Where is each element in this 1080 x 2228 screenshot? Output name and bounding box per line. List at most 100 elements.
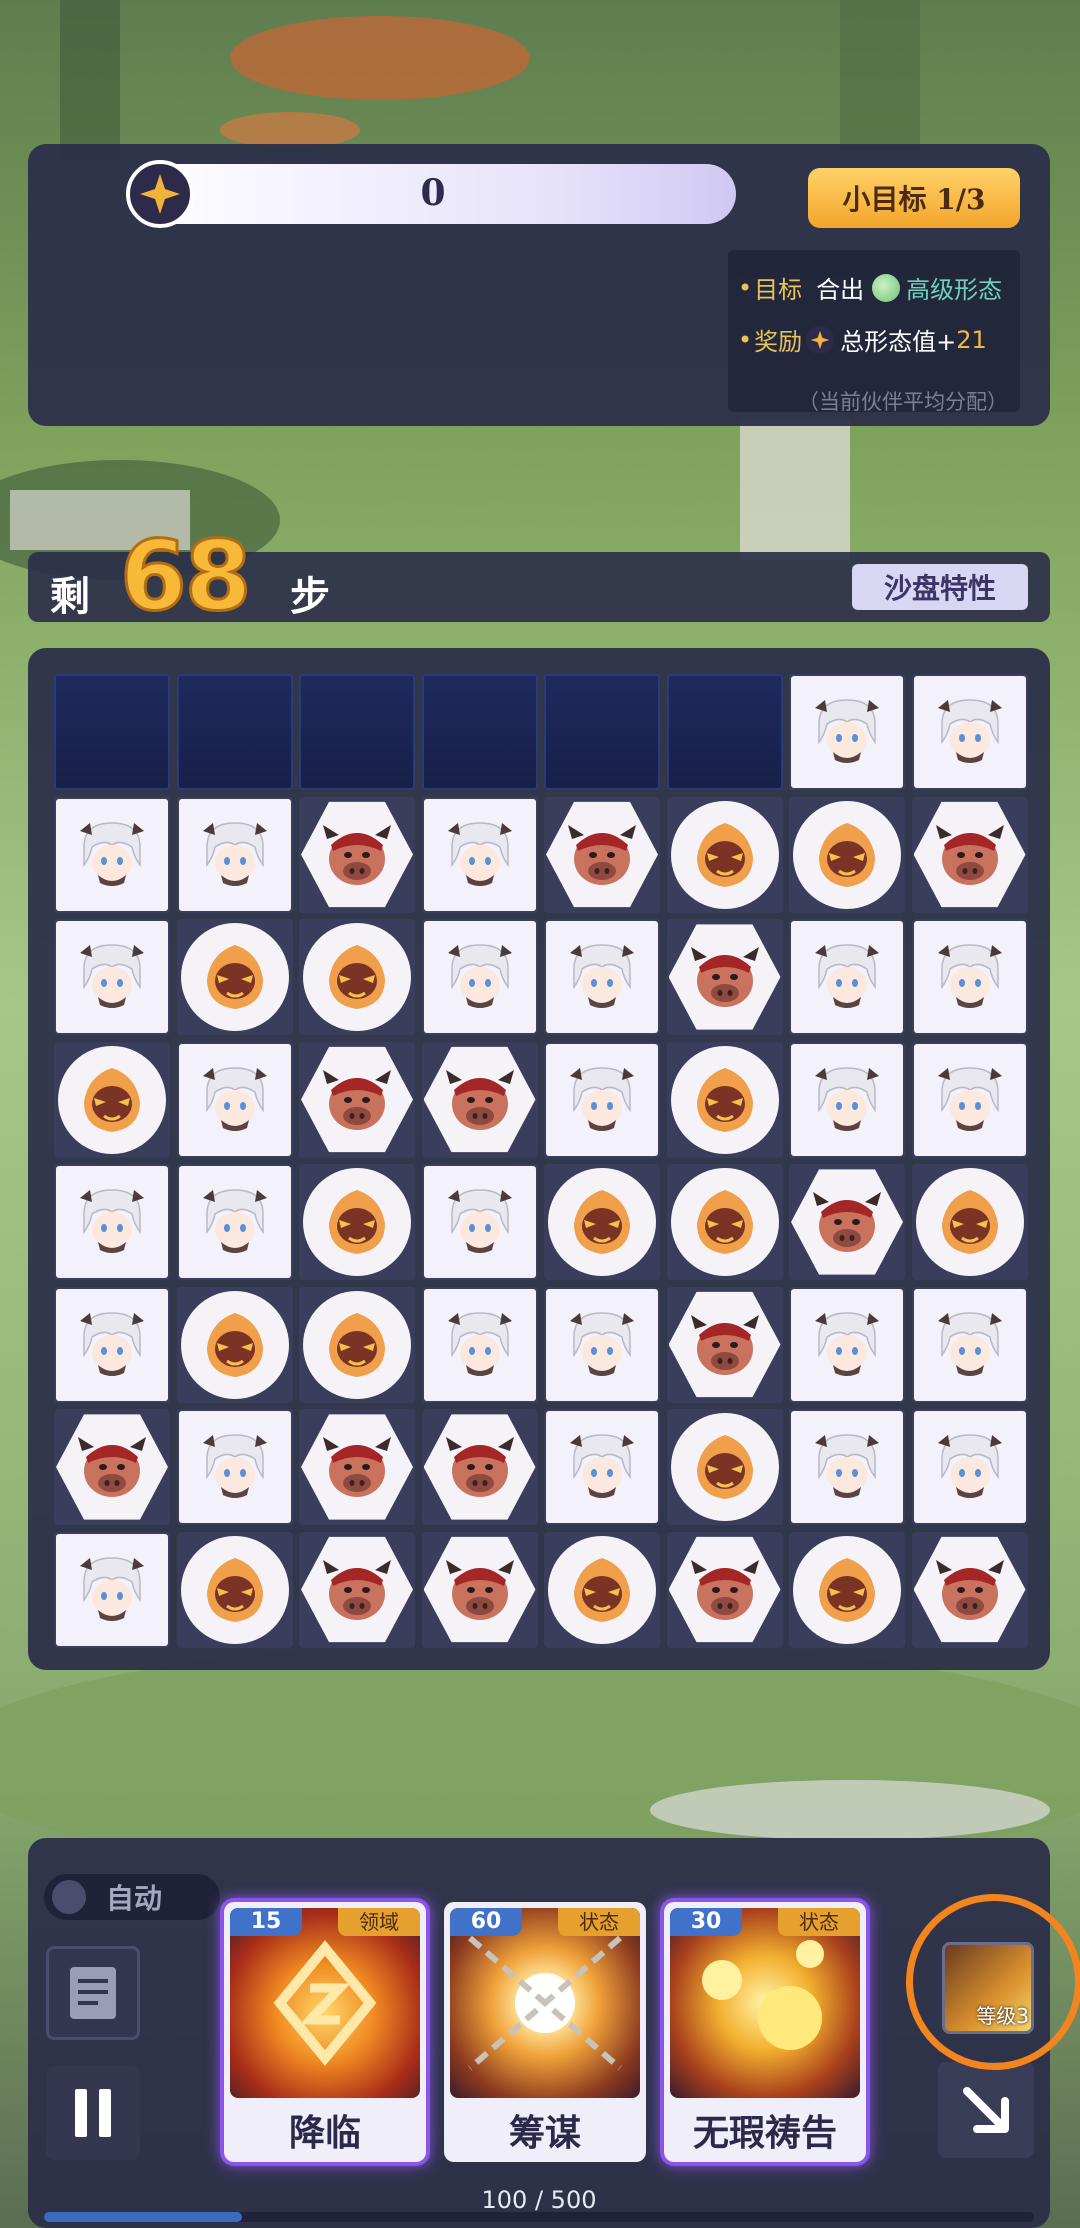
empty-cell[interactable] — [176, 674, 293, 790]
expand-arrow-button[interactable] — [938, 2062, 1034, 2158]
tile-white-haired-girl[interactable] — [544, 919, 660, 1035]
tile-white-haired-girl[interactable] — [544, 1041, 660, 1158]
tile-red-bull[interactable] — [789, 1164, 905, 1280]
orange-spirit-icon — [574, 1190, 630, 1254]
empty-cell[interactable] — [421, 674, 538, 790]
orange-spirit-icon — [696, 1067, 753, 1132]
tile-orange-spirit[interactable] — [666, 796, 783, 913]
tile-orange-spirit[interactable] — [176, 1531, 293, 1648]
white-haired-girl-icon — [815, 1311, 879, 1376]
tile-orange-spirit[interactable] — [299, 1164, 415, 1280]
tile-white-haired-girl[interactable] — [54, 796, 170, 913]
white-haired-girl-icon — [937, 1311, 1002, 1376]
tile-white-haired-girl[interactable] — [544, 1409, 660, 1525]
tile-red-bull[interactable] — [299, 1409, 415, 1525]
white-haired-girl-icon — [80, 1311, 144, 1376]
tile-white-haired-girl[interactable] — [911, 1286, 1028, 1403]
tile-white-haired-girl[interactable] — [421, 1164, 538, 1280]
tile-white-haired-girl[interactable] — [911, 1409, 1028, 1525]
log-button[interactable] — [46, 1946, 140, 2040]
tile-orange-spirit[interactable] — [666, 1164, 783, 1280]
tile-white-haired-girl[interactable] — [176, 1409, 293, 1525]
tile-red-bull[interactable] — [544, 796, 660, 913]
tile-red-bull[interactable] — [54, 1409, 170, 1525]
energy-text: 100 / 500 — [481, 2186, 597, 2214]
tile-orange-spirit[interactable] — [299, 919, 415, 1035]
red-bull-icon — [323, 1559, 391, 1620]
empty-cell[interactable] — [544, 674, 660, 790]
reward-amount: 21 — [956, 325, 987, 354]
tile-orange-spirit[interactable] — [54, 1041, 170, 1158]
red-bull-icon — [323, 1069, 391, 1130]
tile-red-bull[interactable] — [299, 1041, 415, 1158]
tile-white-haired-girl[interactable] — [789, 1041, 905, 1158]
white-haired-girl-icon — [80, 1556, 144, 1621]
tile-white-haired-girl[interactable] — [911, 1041, 1028, 1158]
tile-white-haired-girl[interactable] — [54, 1286, 170, 1403]
tile-red-bull[interactable] — [911, 796, 1028, 913]
goal-info-box: • 目标 合出 高级形态 • 奖励 总形态值+ 21 （当前伙伴平均分配） — [728, 250, 1020, 414]
tile-red-bull[interactable] — [421, 1041, 538, 1158]
tile-white-haired-girl[interactable] — [789, 1286, 905, 1403]
reward-text: 总形态值+ — [840, 328, 957, 356]
tile-red-bull[interactable] — [666, 1531, 783, 1648]
tile-white-haired-girl[interactable] — [54, 919, 170, 1035]
card-name: 降临 — [288, 2112, 361, 2154]
tile-red-bull[interactable] — [421, 1409, 538, 1525]
light-orbs-icon — [670, 1908, 860, 2098]
tile-orange-spirit[interactable] — [911, 1164, 1028, 1280]
tile-white-haired-girl[interactable] — [544, 1286, 660, 1403]
target-label: 目标 — [754, 276, 803, 304]
distribute-note: （当前伙伴平均分配） — [798, 390, 1008, 414]
steps-suffix: 步 — [290, 573, 330, 620]
white-haired-girl-icon — [815, 1434, 879, 1498]
tile-red-bull[interactable] — [299, 1531, 415, 1648]
tile-white-haired-girl[interactable] — [789, 1409, 905, 1525]
orange-spirit-icon — [941, 1190, 998, 1254]
tile-white-haired-girl[interactable] — [421, 796, 538, 913]
tile-orange-spirit[interactable] — [176, 919, 293, 1035]
target-row: • 目标 合出 高级形态 — [738, 270, 1002, 305]
tile-white-haired-girl[interactable] — [54, 1164, 170, 1280]
energy-bar — [44, 2212, 1034, 2222]
tile-orange-spirit[interactable] — [299, 1286, 415, 1403]
tile-white-haired-girl[interactable] — [421, 1286, 538, 1403]
red-bull-icon — [690, 1314, 759, 1375]
tile-white-haired-girl[interactable] — [176, 1164, 293, 1280]
tile-white-haired-girl[interactable] — [789, 919, 905, 1035]
skill-card-2[interactable]: 60 状态 筹谋 — [444, 1902, 646, 2162]
goal-badge[interactable]: 小目标 1/3 — [808, 168, 1020, 228]
tile-red-bull[interactable] — [421, 1531, 538, 1648]
tile-orange-spirit[interactable] — [789, 796, 905, 913]
target-text: 合出 — [816, 276, 865, 304]
tile-red-bull[interactable] — [299, 796, 415, 913]
empty-cell[interactable] — [54, 674, 170, 790]
tile-red-bull[interactable] — [911, 1531, 1028, 1648]
pause-button[interactable] — [46, 2066, 140, 2160]
tile-white-haired-girl[interactable] — [911, 674, 1028, 790]
tile-white-haired-girl[interactable] — [176, 796, 293, 913]
white-haired-girl-icon — [80, 821, 144, 886]
tile-orange-spirit[interactable] — [666, 1041, 783, 1158]
tile-white-haired-girl[interactable] — [421, 919, 538, 1035]
tile-orange-spirit[interactable] — [544, 1531, 660, 1648]
tile-orange-spirit[interactable] — [544, 1164, 660, 1280]
tile-orange-spirit[interactable] — [176, 1286, 293, 1403]
tile-white-haired-girl[interactable] — [54, 1531, 170, 1648]
sandbox-traits-button[interactable]: 沙盘特性 — [852, 564, 1028, 610]
tile-white-haired-girl[interactable] — [789, 674, 905, 790]
tile-orange-spirit[interactable] — [666, 1409, 783, 1525]
white-haired-girl-icon — [447, 821, 512, 886]
empty-cell[interactable] — [299, 674, 415, 790]
empty-cell[interactable] — [666, 674, 783, 790]
auto-toggle[interactable]: 自动 — [44, 1874, 220, 1920]
tile-orange-spirit[interactable] — [789, 1531, 905, 1648]
tile-white-haired-girl[interactable] — [176, 1041, 293, 1158]
tile-red-bull[interactable] — [666, 919, 783, 1035]
white-haired-girl-icon — [937, 1066, 1002, 1131]
skill-card-3[interactable]: 30 状态 无瑕祷告 — [664, 1902, 866, 2162]
tile-white-haired-girl[interactable] — [911, 919, 1028, 1035]
skill-card-1[interactable]: 15 领域 降临 — [224, 1902, 426, 2162]
tile-red-bull[interactable] — [666, 1286, 783, 1403]
white-haired-girl-icon — [937, 944, 1002, 1008]
